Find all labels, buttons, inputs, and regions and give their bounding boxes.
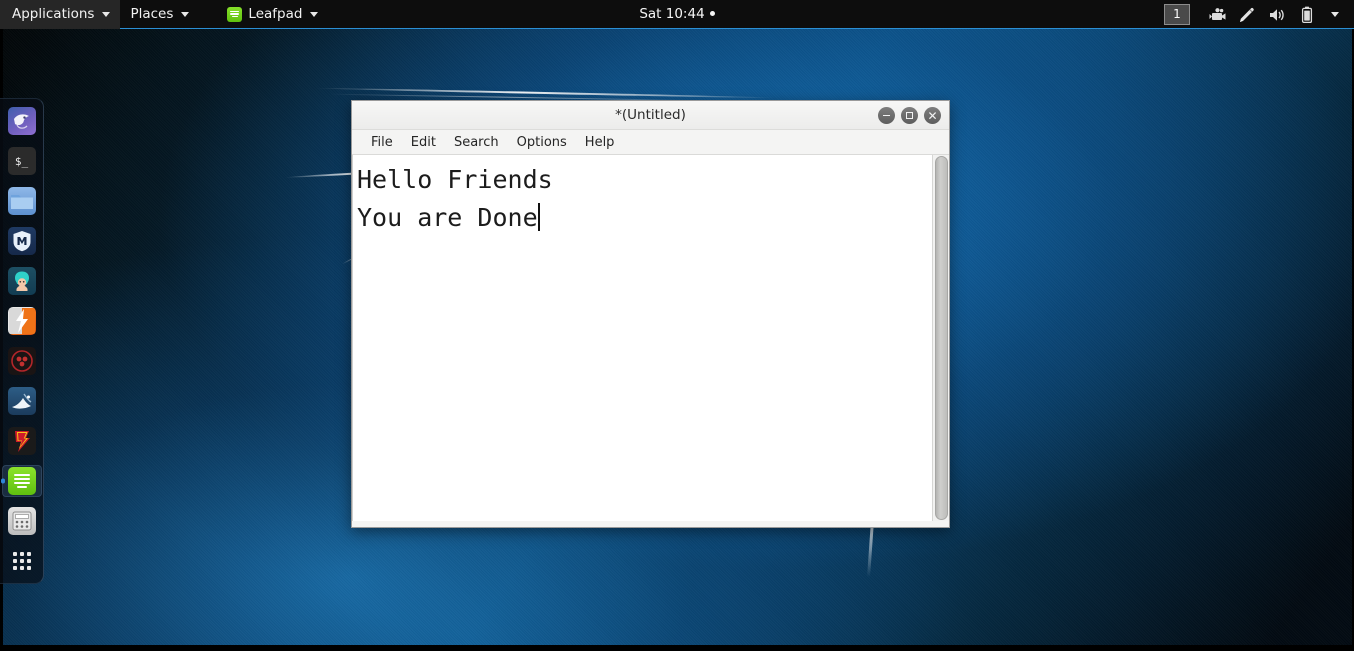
battery-icon[interactable] (1292, 0, 1322, 29)
dock-item-apps-grid[interactable] (2, 545, 42, 577)
menu-file[interactable]: File (362, 133, 402, 152)
dock-item-kali-dragon[interactable] (2, 105, 42, 137)
terminal-prompt-glyph: $_ (14, 154, 29, 168)
burpsuite-icon (7, 267, 36, 295)
screen: Applications Places Leafpad Sat 10:44 1 (0, 0, 1354, 651)
clock-indicator-icon (709, 11, 715, 16)
leafpad-document-icon (7, 467, 36, 495)
workspace-indicator[interactable]: 1 (1164, 4, 1190, 25)
clock-text: Sat 10:44 (639, 6, 705, 22)
places-menu[interactable]: Places (120, 0, 199, 29)
dock-item-leafpad[interactable] (1, 465, 42, 497)
text-editor[interactable]: Hello Friends You are Done (352, 155, 932, 521)
leafpad-window[interactable]: *(Untitled) ✕ File Edit Search Options H… (351, 100, 950, 528)
top-panel: Applications Places Leafpad Sat 10:44 1 (0, 0, 1354, 29)
calculator-icon (7, 507, 36, 535)
menu-edit[interactable]: Edit (402, 133, 445, 152)
window-menubar: File Edit Search Options Help (352, 130, 949, 155)
volume-icon[interactable] (1262, 0, 1292, 29)
window-title: *(Untitled) (615, 107, 686, 123)
taskbar-item-label: Leafpad (248, 6, 303, 22)
panel-tray: 1 (1164, 0, 1354, 29)
apps-grid-icon (8, 547, 36, 575)
panel-clock: Sat 10:44 (0, 0, 1354, 29)
dock-item-files[interactable] (2, 185, 42, 217)
close-icon[interactable]: ✕ (924, 107, 941, 124)
wallpaper-swoosh-icon (867, 520, 874, 578)
screen-recorder-icon[interactable] (1202, 0, 1232, 29)
dock-item-metasploit[interactable] (2, 225, 42, 257)
kali-dragon-icon (7, 107, 36, 135)
dock-item-calculator[interactable] (2, 505, 42, 537)
chevron-down-icon (181, 11, 190, 17)
metasploit-shield-icon (7, 227, 36, 255)
zap-lightning-icon (7, 307, 36, 335)
screen-edge-bottom (0, 645, 1354, 651)
dock-item-burpsuite[interactable] (2, 265, 42, 297)
wireshark-fin-icon (7, 387, 36, 415)
taskbar-item-leafpad[interactable]: Leafpad (217, 0, 328, 29)
tray-chevron-down-icon[interactable] (1322, 0, 1346, 29)
terminal-icon: $_ (7, 147, 36, 175)
dock-item-terminal[interactable]: $_ (2, 145, 42, 177)
menu-help[interactable]: Help (576, 133, 624, 152)
folder-icon (7, 187, 36, 215)
applications-menu-label: Applications (12, 6, 95, 22)
editor-area: Hello Friends You are Done (352, 155, 949, 521)
beef-icon (7, 347, 36, 375)
faraday-icon (7, 427, 36, 455)
dock-item-beef[interactable] (2, 345, 42, 377)
window-bottom-edge (352, 521, 949, 527)
dock-item-zap[interactable] (2, 305, 42, 337)
applications-menu[interactable]: Applications (0, 0, 121, 29)
text-caret (537, 203, 540, 231)
stylus-icon[interactable] (1232, 0, 1262, 29)
chevron-down-glyph-icon (1331, 12, 1339, 17)
minimize-icon[interactable] (878, 107, 895, 124)
window-titlebar[interactable]: *(Untitled) ✕ (352, 101, 949, 130)
maximize-icon[interactable] (901, 107, 918, 124)
dock-item-faraday[interactable] (2, 425, 42, 457)
places-menu-label: Places (130, 6, 174, 22)
leafpad-icon (227, 6, 243, 22)
wallpaper-swoosh-icon (315, 87, 775, 99)
dock-item-wireshark[interactable] (2, 385, 42, 417)
vertical-scrollbar[interactable] (932, 155, 949, 521)
editor-line-2-text: You are Done (357, 203, 538, 232)
chevron-down-icon (310, 11, 319, 17)
editor-line-2: You are Done (357, 199, 932, 237)
menu-search[interactable]: Search (445, 133, 508, 152)
scrollbar-thumb[interactable] (934, 156, 948, 520)
editor-line-1: Hello Friends (357, 165, 553, 194)
dock: $_ (0, 98, 44, 584)
menu-options[interactable]: Options (508, 133, 576, 152)
chevron-down-icon (102, 11, 111, 17)
window-controls: ✕ (878, 101, 941, 130)
